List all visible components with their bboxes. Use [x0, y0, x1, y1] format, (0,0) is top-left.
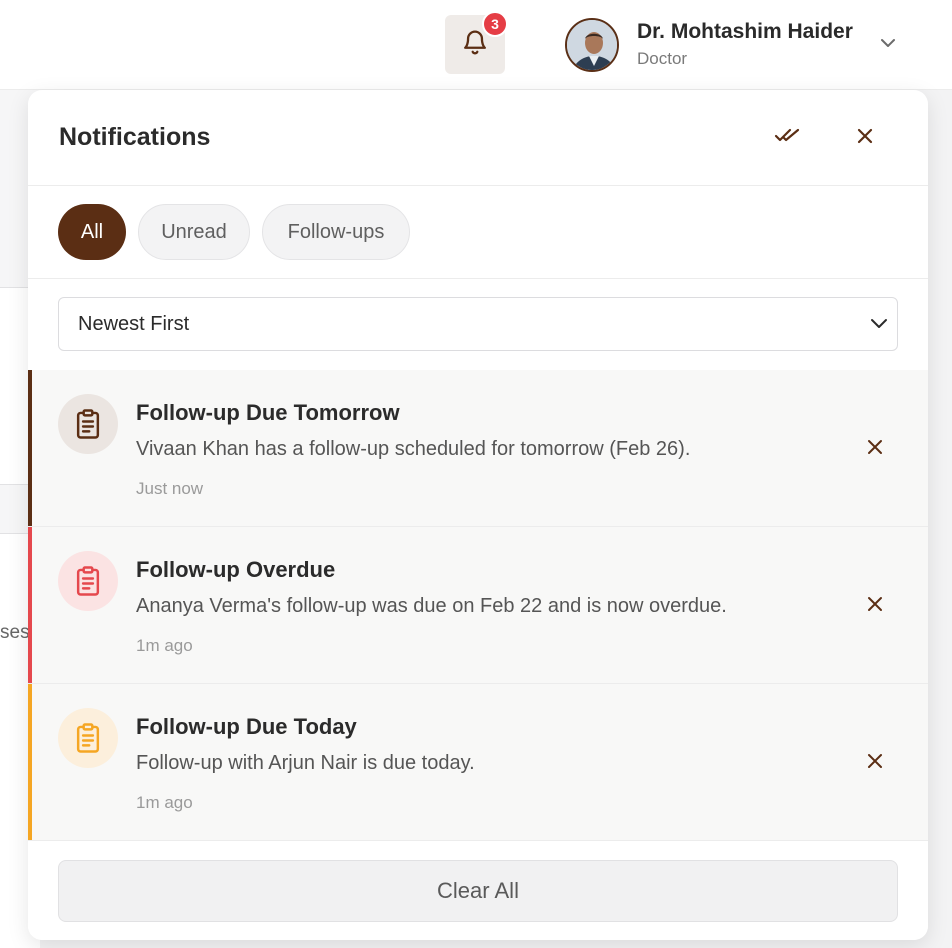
notification-item[interactable]: Follow-up Overdue Ananya Verma's follow-…	[28, 527, 928, 684]
notification-list: Follow-up Due Tomorrow Vivaan Khan has a…	[28, 370, 928, 841]
double-check-icon	[774, 127, 802, 150]
clipboard-icon	[58, 708, 118, 768]
avatar[interactable]	[565, 18, 619, 72]
notification-count-badge: 3	[482, 11, 508, 37]
notification-item[interactable]: Follow-up Due Today Follow-up with Arjun…	[28, 684, 928, 841]
notification-title: Follow-up Due Tomorrow	[136, 400, 400, 425]
dismiss-notification-button[interactable]	[864, 752, 886, 774]
panel-header: Notifications	[28, 90, 928, 186]
notification-accent-bar	[28, 684, 32, 840]
panel-title: Notifications	[59, 123, 211, 151]
notification-item[interactable]: Follow-up Due Tomorrow Vivaan Khan has a…	[28, 370, 928, 527]
dismiss-notification-button[interactable]	[864, 595, 886, 617]
notification-time: 1m ago	[136, 793, 193, 812]
notification-message: Vivaan Khan has a follow-up scheduled fo…	[136, 438, 691, 460]
user-role: Doctor	[637, 49, 688, 68]
tab-unread[interactable]: Unread	[138, 204, 250, 260]
chevron-down-icon	[867, 315, 891, 338]
close-icon	[867, 439, 883, 460]
notification-time: 1m ago	[136, 636, 193, 655]
notifications-panel: Notifications All Unread Follow-ups Newe…	[28, 90, 928, 940]
chevron-down-icon[interactable]	[878, 36, 898, 55]
notification-title: Follow-up Overdue	[136, 557, 336, 582]
close-icon	[867, 753, 883, 774]
background-partial-text: ses	[0, 622, 30, 643]
notification-title: Follow-up Due Today	[136, 714, 357, 739]
close-panel-button[interactable]	[850, 123, 880, 153]
clear-all-button[interactable]: Clear All	[58, 860, 898, 922]
notification-message: Follow-up with Arjun Nair is due today.	[136, 752, 475, 774]
tab-follow-ups[interactable]: Follow-ups	[262, 204, 410, 260]
notification-accent-bar	[28, 527, 32, 683]
sort-select[interactable]: Newest First	[58, 297, 898, 351]
dismiss-notification-button[interactable]	[864, 438, 886, 460]
mark-all-read-button[interactable]	[772, 123, 804, 153]
user-name: Dr. Mohtashim Haider	[637, 20, 853, 43]
clipboard-icon	[58, 394, 118, 454]
notification-message: Ananya Verma's follow-up was due on Feb …	[136, 595, 727, 617]
clipboard-icon	[58, 551, 118, 611]
top-header: 3 Dr. Mohtashim Haider Doctor	[0, 0, 952, 90]
close-icon	[856, 127, 874, 150]
filter-tabs: All Unread Follow-ups	[28, 187, 928, 279]
panel-footer: Clear All	[28, 841, 928, 940]
sort-selected-value: Newest First	[78, 313, 190, 335]
notification-time: Just now	[136, 479, 204, 498]
close-icon	[867, 596, 883, 617]
notification-accent-bar	[28, 370, 32, 526]
tab-all[interactable]: All	[58, 204, 126, 260]
